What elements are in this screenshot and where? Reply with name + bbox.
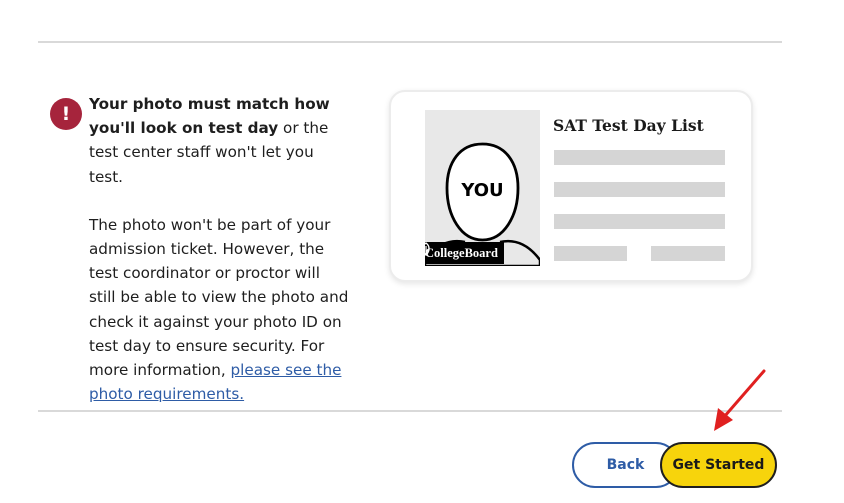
alert-paragraph-2-text: The photo won't be part of your admissio…	[89, 215, 349, 380]
top-divider	[38, 41, 782, 43]
card-title: SAT Test Day List	[553, 116, 704, 135]
alert-message: Your photo must match how you'll look on…	[89, 92, 351, 406]
alert-paragraph-2: The photo won't be part of your admissio…	[89, 213, 351, 407]
annotation-arrow-icon	[714, 369, 766, 431]
alert-paragraph-1: Your photo must match how you'll look on…	[89, 92, 351, 189]
collegeboard-wordmark: CollegeBoard	[425, 245, 498, 260]
collegeboard-logo: CollegeBoard	[425, 242, 504, 264]
photo-placeholder: YOU CollegeBoard	[425, 110, 540, 266]
placeholder-line-3	[554, 214, 725, 229]
placeholder-line-1	[554, 150, 725, 165]
acorn-icon	[425, 242, 430, 256]
placeholder-line-4b	[651, 246, 725, 261]
exclamation-icon: !	[50, 98, 82, 130]
bottom-divider	[38, 410, 782, 412]
exclamation-glyph: !	[61, 103, 71, 125]
admission-ticket-card: YOU CollegeBoard SAT Test Day List	[389, 90, 753, 282]
placeholder-line-4a	[554, 246, 627, 261]
placeholder-line-2	[554, 182, 725, 197]
you-label: YOU	[460, 180, 503, 201]
get-started-button[interactable]: Get Started	[660, 442, 777, 488]
